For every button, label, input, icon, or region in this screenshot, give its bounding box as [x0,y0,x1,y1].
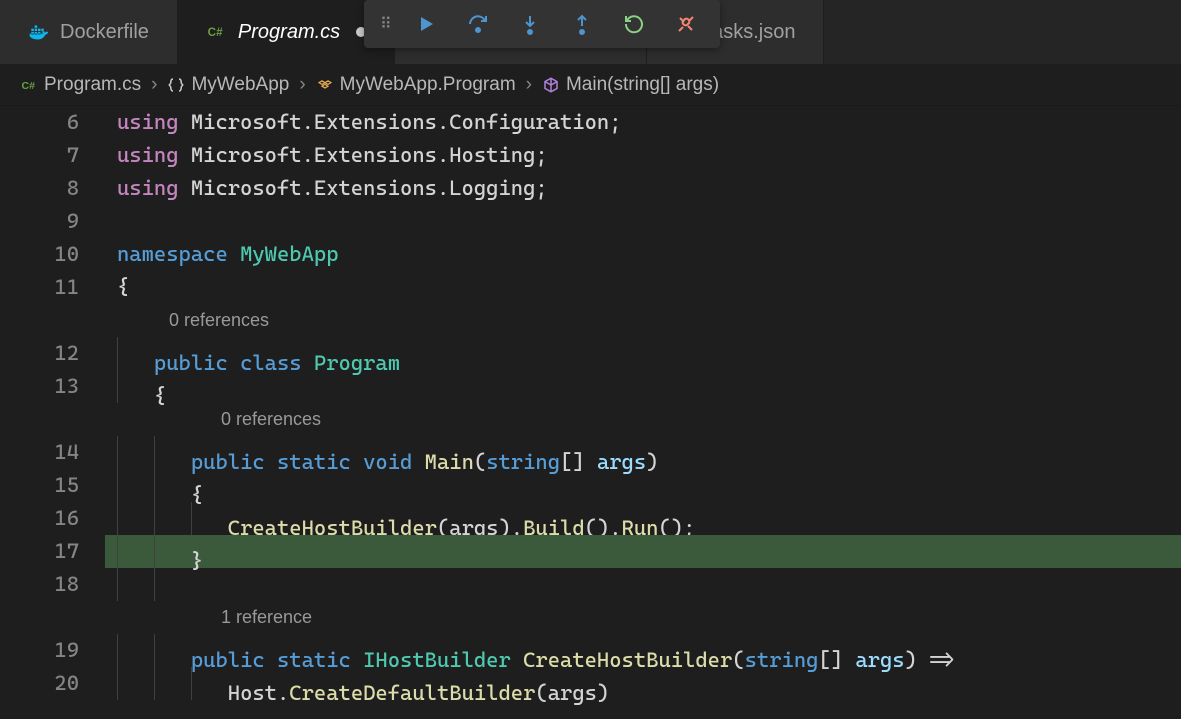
breadcrumb-namespace[interactable]: MyWebApp [167,74,289,96]
code-line[interactable]: public static void Main(string[] args) [105,436,1181,469]
line-number: 20 [0,667,79,700]
line-number: 14 [0,436,79,469]
code-line[interactable]: CreateHostBuilder(args).Build().Run(); [105,502,1181,535]
step-out-button[interactable] [556,4,608,44]
line-number [0,601,79,634]
braces-icon [167,76,185,94]
step-into-button[interactable] [504,4,556,44]
code-area[interactable]: using Microsoft.Extensions.Configuration… [105,106,1181,719]
code-line[interactable]: using Microsoft.Extensions.Logging; [105,172,1181,205]
chevron-right-icon: › [299,74,305,96]
code-line[interactable]: public static IHostBuilder CreateHostBui… [105,634,1181,667]
line-number: 10 [0,238,79,271]
line-number [0,403,79,436]
breadcrumb-label: MyWebApp [191,74,289,96]
line-number: 13 [0,370,79,403]
line-number: 18 [0,568,79,601]
breadcrumb-class[interactable]: MyWebApp.Program [316,74,516,96]
breadcrumb-label: MyWebApp.Program [340,74,516,96]
code-line[interactable]: Host.CreateDefaultBuilder(args) [105,667,1181,700]
codelens[interactable]: 1 reference [105,601,1181,634]
line-number: 19 [0,634,79,667]
line-number: 7 [0,139,79,172]
line-number: 15 [0,469,79,502]
csharp-icon: C# [206,22,226,42]
code-line[interactable]: using Microsoft.Extensions.Configuration… [105,106,1181,139]
tab-label: Program.cs [238,21,340,44]
code-line[interactable]: using Microsoft.Extensions.Hosting; [105,139,1181,172]
tab-dockerfile[interactable]: Dockerfile [0,0,178,64]
class-icon [316,76,334,94]
line-number: 9 [0,205,79,238]
code-line[interactable]: namespace MyWebApp [105,238,1181,271]
svg-text:C#: C# [208,26,223,39]
tab-program-cs[interactable]: C# Program.cs [178,0,395,64]
code-line[interactable]: } [105,535,1181,568]
line-number: 6 [0,106,79,139]
drag-handle-icon[interactable]: ⠿ [372,14,400,34]
code-line[interactable] [105,568,1181,601]
line-gutter: 67891011 1213 1415161718 1920 [0,106,105,719]
line-number [0,304,79,337]
breadcrumb-label: Program.cs [44,74,141,96]
code-line[interactable]: public class Program [105,337,1181,370]
code-line[interactable]: { [105,271,1181,304]
chevron-right-icon: › [151,74,157,96]
tab-label: tasks.json [707,21,796,44]
chevron-right-icon: › [526,74,532,96]
tab-label: Dockerfile [60,21,149,44]
docker-icon [28,22,48,42]
line-number: 12 [0,337,79,370]
line-number: 17 [0,535,79,568]
line-number: 16 [0,502,79,535]
line-number: 11 [0,271,79,304]
csharp-icon: C# [20,76,38,94]
code-line[interactable] [105,205,1181,238]
step-over-button[interactable] [452,4,504,44]
svg-text:C#: C# [22,79,36,91]
line-number: 8 [0,172,79,205]
breadcrumb: C# Program.cs › MyWebApp › MyWebApp.Prog… [0,64,1181,106]
breadcrumb-label: Main(string[] args) [566,74,719,96]
breadcrumb-method[interactable]: Main(string[] args) [542,74,719,96]
debug-toolbar: ⠿ [364,0,720,48]
code-line[interactable]: { [105,469,1181,502]
codelens[interactable]: 0 references [105,304,1181,337]
breadcrumb-file[interactable]: C# Program.cs [20,74,141,96]
continue-button[interactable] [400,4,452,44]
disconnect-button[interactable] [660,4,712,44]
code-line[interactable]: { [105,370,1181,403]
restart-button[interactable] [608,4,660,44]
editor[interactable]: 67891011 1213 1415161718 1920 using Microso… [0,106,1181,719]
method-icon [542,76,560,94]
codelens[interactable]: 0 references [105,403,1181,436]
